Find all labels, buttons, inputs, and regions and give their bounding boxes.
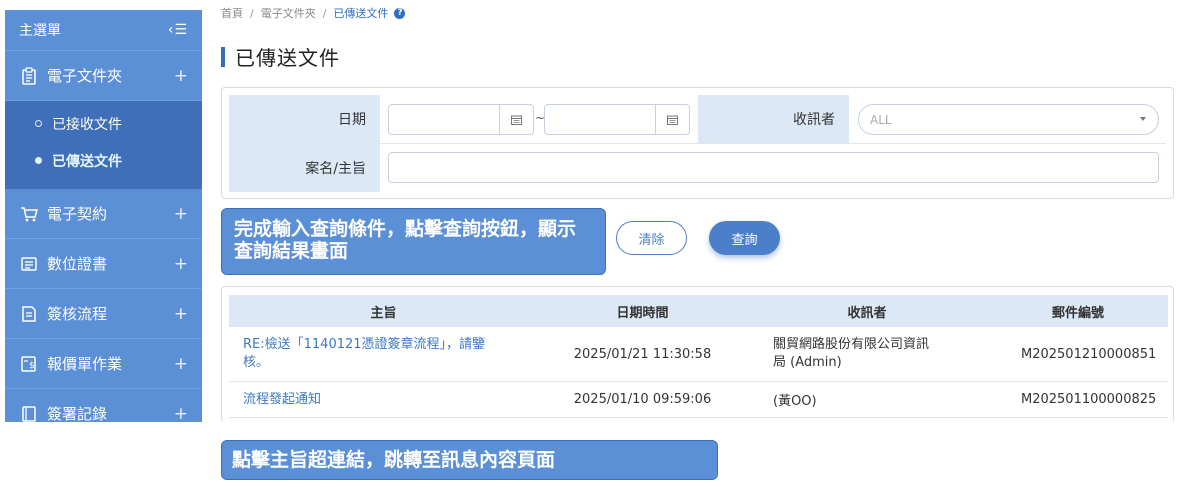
results-table: 主旨 日期時間 收訊者 郵件編號 RE:檢送「1140121憑證簽章流程」，請鑒… [229,295,1168,418]
expand-icon[interactable]: + [174,254,188,274]
subject-link[interactable]: 流程發起通知 [243,391,321,409]
book-icon [19,404,39,423]
breadcrumb-folder[interactable]: 電子文件夾 [261,5,316,21]
breadcrumb-current: 已傳送文件 [333,7,389,20]
sidebar-item-label: 簽署記錄 [47,405,108,422]
recipient-cell: 關貿網路股份有限公司資訊局 (Admin) [746,327,989,382]
mail-no-cell: M202501210000851 [989,327,1168,382]
help-icon[interactable]: ? [394,7,406,19]
breadcrumb: 首頁 / 電子文件夾 / 已傳送文件 ? [221,5,406,21]
column-header-subject[interactable]: 主旨 [229,295,539,327]
sidebar-item-label: 數位證書 [47,255,108,273]
table-row: RE:檢送「1140121憑證簽章流程」，請鑒核。 2025/01/21 11:… [229,327,1168,382]
subject-cell: RE:檢送「1140121憑證簽章流程」，請鑒核。 [229,327,539,382]
recipient-cell: (黃OO) [746,381,989,418]
subject-input[interactable] [388,152,1159,183]
sidebar-item-label: 電子契約 [47,205,108,223]
mail-no-cell: M202501100000825 [989,381,1168,418]
svg-text:$: $ [29,361,35,371]
calendar-icon[interactable] [655,105,689,134]
column-header-mail-no[interactable]: 郵件編號 [989,295,1168,327]
sidebar: 主選單 ‹☰ 電子文件夾 + 已接收文件 已傳送文件 電子契約 + 數位證書 + [5,10,202,422]
cart-icon [19,204,39,224]
sidebar-header: 主選單 ‹☰ [5,10,202,51]
sidebar-subitem-sent[interactable]: 已傳送文件 [5,142,202,179]
page-title: 已傳送文件 [221,42,340,71]
breadcrumb-separator: / [250,6,254,20]
title-accent-bar [221,46,225,67]
page-title-text: 已傳送文件 [235,46,340,70]
sidebar-item-label: 簽核流程 [47,305,108,323]
sidebar-item-label: 報價單作業 [47,355,123,373]
form-row-date: 日期 ~ 收訊者 ALL [229,95,1166,143]
sidebar-item-folder[interactable]: 電子文件夾 + [5,51,202,101]
breadcrumb-separator: / [322,6,327,20]
clipboard-icon [19,66,39,86]
active-dot-icon [35,157,42,164]
datetime-cell: 2025/01/10 09:59:06 [539,381,746,418]
form-row-subject: 案名/主旨 [229,143,1166,192]
expand-icon[interactable]: + [174,354,188,374]
sidebar-submenu: 已接收文件 已傳送文件 [5,101,202,189]
sidebar-item-label: 電子文件夾 [47,67,123,85]
expand-icon[interactable]: + [174,404,188,423]
table-row: 流程發起通知 2025/01/10 09:59:06 (黃OO) M202501… [229,381,1168,418]
sidebar-item-contract[interactable]: 電子契約 + [5,189,202,239]
expand-icon[interactable]: + [174,66,188,86]
search-form: 日期 ~ 收訊者 ALL 案名/主旨 [221,87,1174,199]
sidebar-item-signature-log[interactable]: 簽署記錄 + [5,389,202,422]
expand-icon[interactable]: + [174,204,188,224]
certificate-icon [19,254,39,274]
sidebar-title: 主選單 [19,23,61,39]
search-instruction-callout: 完成輸入查詢條件，點擊查詢按鈕，顯示查詢結果畫面 [221,208,606,275]
column-header-recipient[interactable]: 收訊者 [746,295,989,327]
subject-label: 案名/主旨 [229,144,380,192]
calendar-icon[interactable] [499,105,533,134]
quote-icon: $ [19,354,39,374]
subject-link[interactable]: RE:檢送「1140121憑證簽章流程」，請鑒核。 [243,336,498,372]
sidebar-subitem-received[interactable]: 已接收文件 [5,105,202,142]
sidebar-subitem-label: 已傳送文件 [52,153,122,170]
datetime-cell: 2025/01/21 11:30:58 [539,327,746,382]
recipient-select[interactable]: ALL [858,104,1159,135]
recipient-label: 收訊者 [698,95,849,143]
table-header-row: 主旨 日期時間 收訊者 郵件編號 [229,295,1168,327]
recipient-select-value: ALL [870,112,892,127]
date-to-input[interactable] [544,104,690,135]
search-button[interactable]: 查詢 [709,221,780,255]
results-panel: 主旨 日期時間 收訊者 郵件編號 RE:檢送「1140121憑證簽章流程」，請鑒… [221,286,1174,423]
chevron-down-icon [1140,117,1146,121]
clear-button[interactable]: 清除 [616,221,687,255]
date-label: 日期 [229,95,380,143]
sidebar-item-certificate[interactable]: 數位證書 + [5,239,202,289]
sidebar-subitem-label: 已接收文件 [52,116,122,133]
breadcrumb-home[interactable]: 首頁 [221,5,243,21]
column-header-datetime[interactable]: 日期時間 [539,295,746,327]
recipient-text: 關貿網路股份有限公司資訊局 (Admin) [773,337,930,370]
subject-cell: 流程發起通知 [229,381,539,418]
approval-icon [19,304,39,324]
collapse-menu-icon[interactable]: ‹☰ [168,22,188,38]
sidebar-item-quote[interactable]: $ 報價單作業 + [5,339,202,389]
circle-icon [35,120,42,127]
link-instruction-callout: 點擊主旨超連結，跳轉至訊息內容頁面 [221,440,718,480]
expand-icon[interactable]: + [174,304,188,324]
sidebar-item-approval[interactable]: 簽核流程 + [5,289,202,339]
date-from-input[interactable] [388,104,534,135]
